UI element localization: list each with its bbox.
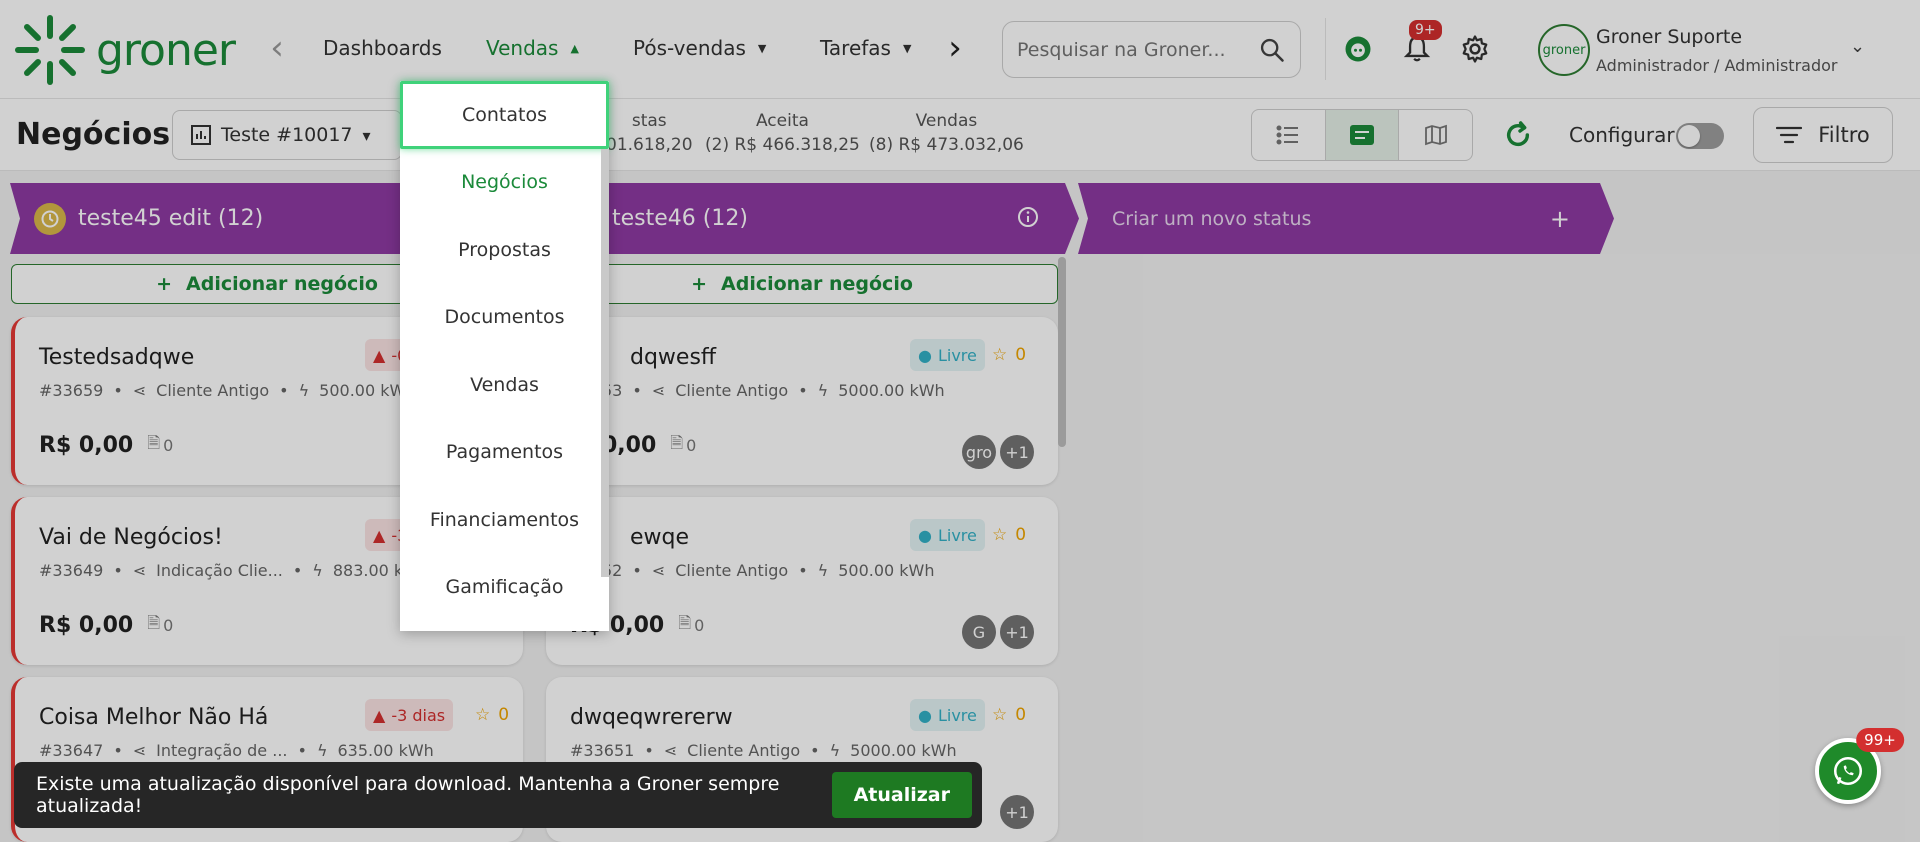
update-toast: Existe uma atualização disponível para d… xyxy=(14,762,982,828)
menu-scrollbar[interactable] xyxy=(601,149,609,577)
whatsapp-badge: 99+ xyxy=(1856,728,1904,752)
menu-item-contatos[interactable]: Contatos xyxy=(400,81,609,149)
menu-backdrop[interactable] xyxy=(0,0,1920,842)
update-button[interactable]: Atualizar xyxy=(831,772,972,818)
vendas-dropdown-menu: Contatos Negócios Propostas Documentos V… xyxy=(400,81,609,631)
toast-message: Existe uma atualização disponível para d… xyxy=(36,773,780,817)
menu-item-pagamentos[interactable]: Pagamentos xyxy=(400,419,609,487)
menu-item-financiamentos[interactable]: Financiamentos xyxy=(400,486,609,554)
menu-item-gamificacao[interactable]: Gamificação xyxy=(400,554,609,622)
menu-item-negocios[interactable]: Negócios xyxy=(400,149,609,217)
menu-item-documentos[interactable]: Documentos xyxy=(400,284,609,352)
menu-item-propostas[interactable]: Propostas xyxy=(400,216,609,284)
menu-item-vendas[interactable]: Vendas xyxy=(400,351,609,419)
whatsapp-icon xyxy=(1833,756,1863,786)
